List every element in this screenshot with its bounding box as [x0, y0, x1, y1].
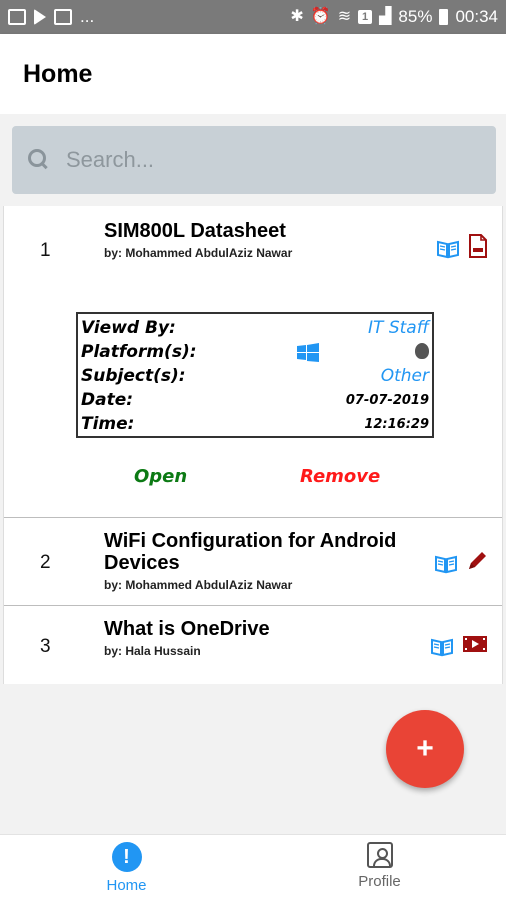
- viewed-by-value: IT Staff: [368, 318, 429, 338]
- document-list[interactable]: 1 SIM800L Datasheet by: Mohammed AbdulAz…: [3, 206, 503, 684]
- wifi-icon: ≋: [337, 8, 352, 25]
- item-number: 3: [40, 636, 51, 657]
- bluetooth-icon: ✱: [290, 8, 304, 25]
- alarm-icon: ⏰: [310, 8, 331, 25]
- date-label: Date:: [81, 390, 134, 410]
- apple-icon: [415, 343, 429, 359]
- list-item[interactable]: 3 What is OneDrive by: Hala Hussain: [4, 606, 502, 684]
- video-icon[interactable]: [462, 634, 488, 659]
- bottom-navigation: ! Home Profile: [0, 834, 506, 900]
- home-alert-icon: !: [111, 842, 142, 872]
- battery-text: 85%: [398, 7, 433, 26]
- nav-profile[interactable]: Profile: [253, 835, 506, 900]
- item-author: by: Mohammed AbdulAziz Nawar: [104, 578, 293, 592]
- item-title: WiFi Configuration for Android Devices: [104, 530, 397, 574]
- document-details: Viewd By: IT Staff Platform(s): Subject(…: [76, 312, 434, 438]
- play-icon: [34, 9, 46, 25]
- status-bar: ... ✱ ⏰ ≋ 1 ▟ 85% 00:34: [0, 0, 506, 34]
- bag-icon: [54, 9, 72, 25]
- viewed-by-label: Viewd By:: [81, 318, 176, 338]
- add-document-button[interactable]: +: [386, 710, 464, 788]
- list-item[interactable]: 1 SIM800L Datasheet by: Mohammed AbdulAz…: [4, 206, 502, 518]
- time-label: Time:: [81, 414, 135, 434]
- date-value: 07-07-2019: [345, 392, 429, 408]
- item-title: SIM800L Datasheet: [104, 220, 286, 242]
- nav-home[interactable]: ! Home: [0, 835, 253, 900]
- search-input[interactable]: [66, 147, 446, 173]
- sim-icon: 1: [358, 10, 373, 24]
- item-number: 2: [40, 552, 51, 573]
- search-bar[interactable]: [12, 126, 496, 194]
- signal-icon: ▟: [379, 8, 392, 25]
- profile-icon: [366, 842, 393, 868]
- status-ellipsis: ...: [80, 7, 95, 26]
- book-icon[interactable]: [434, 554, 458, 574]
- battery-icon: [439, 9, 449, 25]
- nav-profile-label: Profile: [358, 873, 401, 890]
- search-icon: [28, 149, 50, 171]
- pdf-icon[interactable]: [468, 234, 488, 263]
- app-bar: Home: [0, 34, 506, 114]
- book-icon[interactable]: [430, 637, 454, 657]
- platform-label: Platform(s):: [81, 342, 197, 362]
- image-icon: [8, 9, 26, 25]
- list-item[interactable]: 2 WiFi Configuration for Android Devices…: [4, 518, 502, 606]
- item-author: by: Mohammed AbdulAziz Nawar: [104, 246, 293, 260]
- item-author: by: Hala Hussain: [104, 644, 201, 658]
- item-title: What is OneDrive: [104, 618, 270, 640]
- item-number: 1: [40, 240, 51, 261]
- remove-button[interactable]: Remove: [300, 466, 380, 487]
- book-icon[interactable]: [436, 239, 460, 259]
- nav-home-label: Home: [106, 877, 147, 894]
- pencil-icon[interactable]: [466, 550, 488, 577]
- subject-label: Subject(s):: [81, 366, 186, 386]
- clock: 00:34: [455, 7, 498, 26]
- subject-value: Other: [380, 366, 429, 386]
- open-button[interactable]: Open: [134, 466, 187, 487]
- page-title: Home: [23, 59, 93, 88]
- time-value: 12:16:29: [364, 416, 429, 432]
